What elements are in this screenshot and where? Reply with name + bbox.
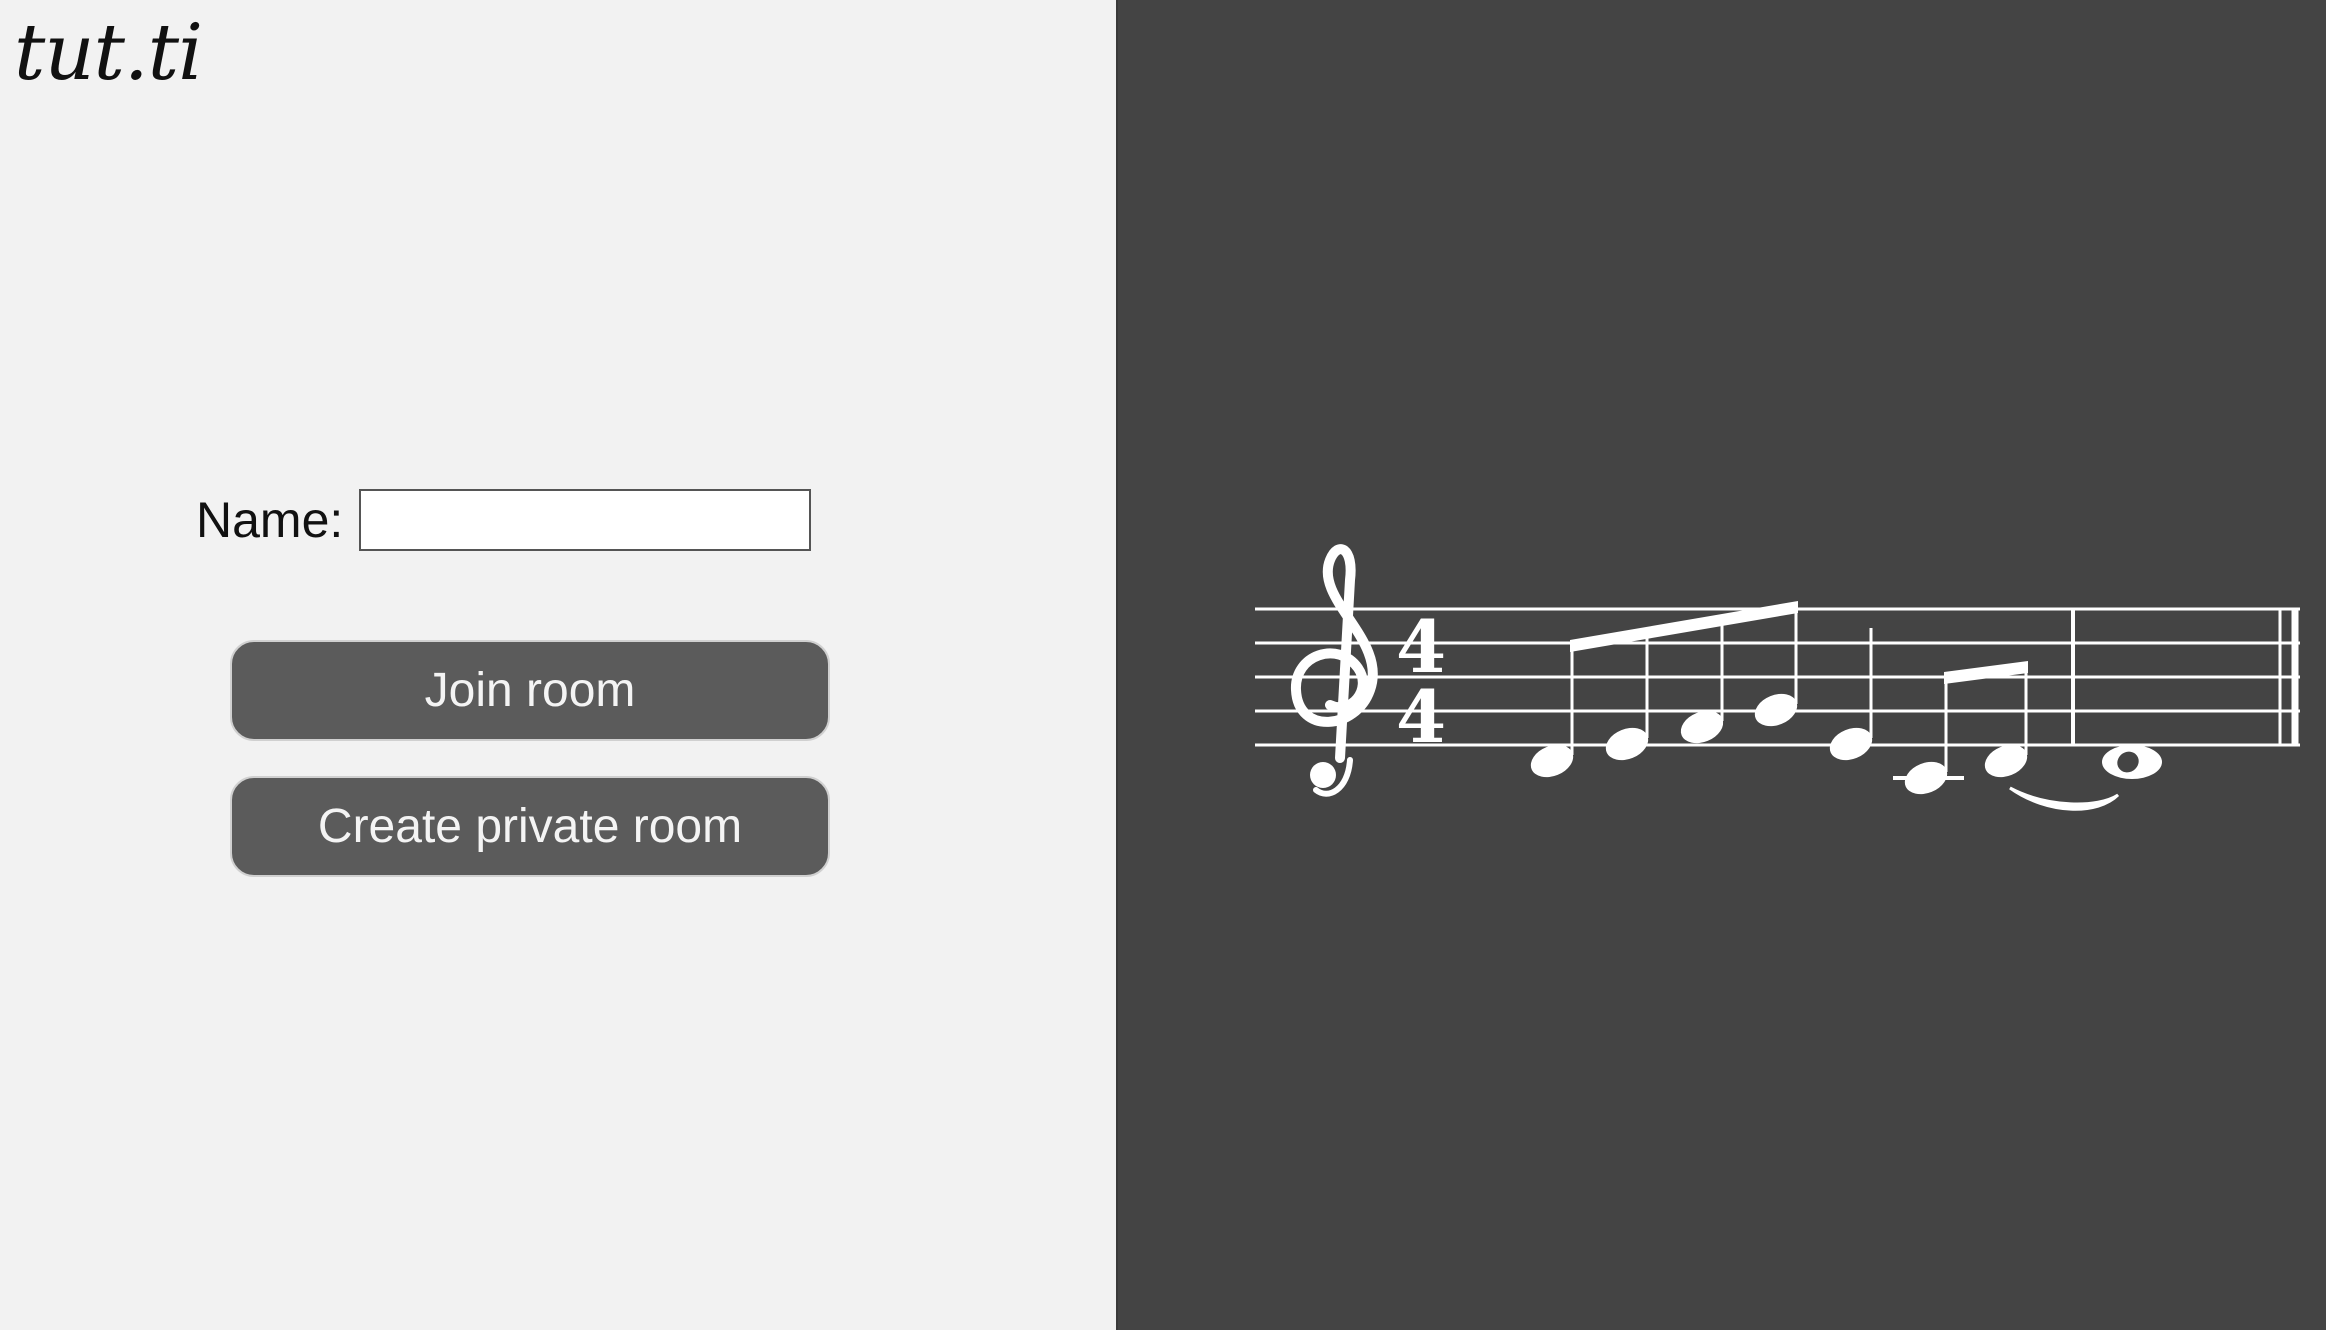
treble-clef-icon bbox=[1291, 544, 1378, 797]
join-panel: tut.ti Name: Join room Create private ro… bbox=[0, 0, 1116, 1330]
whole-note bbox=[2102, 745, 2162, 779]
music-score-illustration: 4 4 bbox=[1255, 544, 2300, 811]
quarter-note bbox=[1829, 628, 1873, 761]
time-signature: 4 4 bbox=[1396, 604, 1446, 759]
music-score-panel: 4 4 bbox=[1116, 0, 2326, 1330]
name-label: Name: bbox=[196, 492, 344, 548]
page: tut.ti Name: Join room Create private ro… bbox=[0, 0, 2326, 1330]
create-private-room-button[interactable]: Create private room bbox=[230, 776, 830, 877]
name-input[interactable] bbox=[359, 489, 812, 551]
name-field-row: Name: bbox=[196, 488, 812, 552]
app-logo: tut.ti bbox=[14, 8, 203, 98]
note-group-2 bbox=[1893, 661, 2028, 795]
svg-text:4: 4 bbox=[1396, 674, 1446, 759]
join-room-button[interactable]: Join room bbox=[230, 640, 830, 741]
note-group-1 bbox=[1530, 601, 1798, 778]
tie bbox=[2009, 786, 2120, 811]
